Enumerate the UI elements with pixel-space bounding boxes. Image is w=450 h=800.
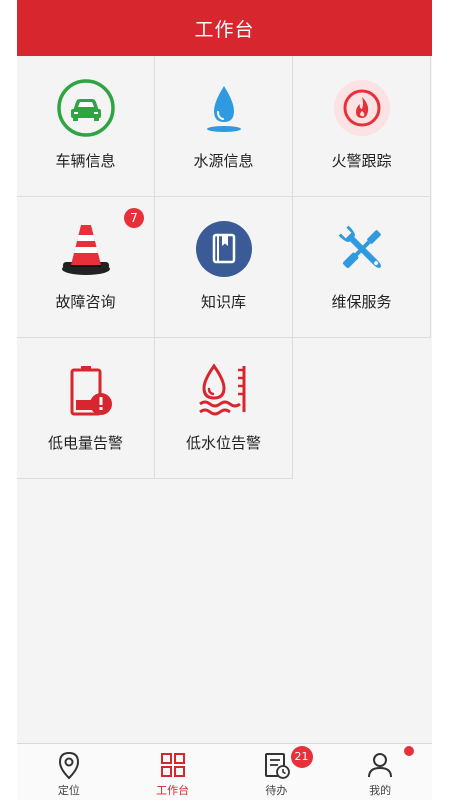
grid-item-fire-alarm-tracking[interactable]: 火警跟踪 [293, 56, 431, 197]
tab-label: 我的 [369, 784, 392, 797]
header-bar: 工作台 [17, 0, 432, 56]
bottom-tab-bar: 定位 工作台 21 待办 我的 [17, 743, 432, 800]
app-frame: 工作台 车辆信息 水源信息 火警跟踪 7 故障咨询 知识库 维保服务 低电量告警… [17, 0, 432, 800]
book-icon [196, 221, 252, 277]
grid-item-low-battery-alarm[interactable]: 低电量告警 [17, 338, 155, 479]
grid-item-label: 知识库 [200, 293, 246, 311]
grid-item-fault-consultation[interactable]: 7 故障咨询 [17, 197, 155, 338]
tab-workbench[interactable]: 工作台 [121, 744, 225, 800]
grid-item-label: 故障咨询 [55, 293, 116, 311]
tab-location[interactable]: 定位 [17, 744, 121, 800]
tab-label: 定位 [57, 784, 80, 797]
todo-list-icon [264, 753, 290, 779]
fire-icon [334, 80, 390, 136]
car-icon [57, 79, 115, 137]
grid-item-knowledge-base[interactable]: 知识库 [155, 197, 293, 338]
grid-item-label: 低电量告警 [47, 434, 123, 452]
grid-item-maintenance-service[interactable]: 维保服务 [293, 197, 431, 338]
user-icon [368, 753, 393, 778]
unread-dot [404, 746, 415, 756]
tab-label: 待办 [265, 784, 288, 797]
grid-item-water-source-info[interactable]: 水源信息 [155, 56, 293, 197]
page-title: 工作台 [194, 18, 255, 41]
location-pin-icon [58, 751, 80, 780]
water-drop-icon [207, 86, 241, 132]
grid-item-label: 低水位告警 [185, 434, 261, 452]
grid-item-label: 水源信息 [193, 152, 254, 170]
low-battery-icon [70, 366, 112, 416]
grid-item-label: 车辆信息 [55, 152, 116, 170]
grid-item-low-water-level-alarm[interactable]: 低水位告警 [155, 338, 293, 479]
traffic-cone-icon [62, 225, 110, 275]
tab-profile[interactable]: 我的 [328, 744, 432, 800]
tools-icon [338, 225, 381, 268]
grid-item-label: 火警跟踪 [331, 152, 392, 170]
grid-icon [160, 753, 185, 777]
tab-todo[interactable]: 21 待办 [225, 744, 329, 800]
low-water-level-icon [199, 363, 246, 416]
grid-item-label: 维保服务 [331, 293, 392, 311]
tab-label: 工作台 [156, 784, 190, 797]
notification-badge: 7 [124, 208, 144, 228]
todo-count-badge: 21 [290, 746, 313, 768]
grid-item-vehicle-info[interactable]: 车辆信息 [17, 56, 155, 197]
